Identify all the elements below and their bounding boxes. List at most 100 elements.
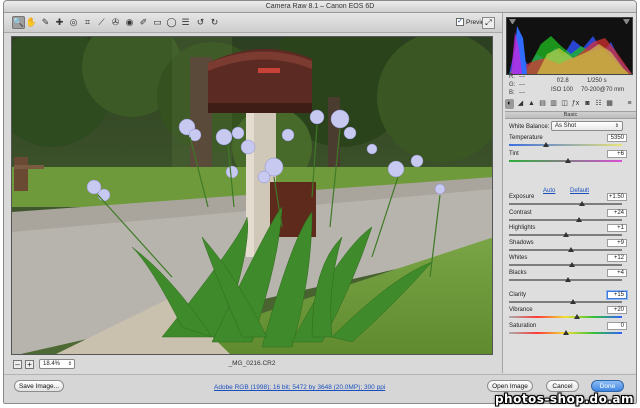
shadows-label: Shadows <box>509 240 534 246</box>
radial-filter-tool-icon[interactable]: ◯ <box>165 16 178 29</box>
rotate-cw-tool-icon[interactable]: ↻ <box>208 16 221 29</box>
vibrance-slider-track[interactable] <box>509 316 622 318</box>
shadows-value-field[interactable]: +9 <box>607 239 627 247</box>
camera-calibration-tab-icon[interactable]: ◙ <box>583 99 592 109</box>
lens-corrections-tab-icon[interactable]: ◫ <box>560 99 569 109</box>
saturation-value-field[interactable]: 0 <box>607 322 627 330</box>
hand-tool-icon[interactable]: ✋ <box>25 16 38 29</box>
camera-readout: R: --- G: --- B: --- f/2.8 1/250 s ISO 1… <box>509 73 635 100</box>
white-balance-label: White Balance: <box>509 124 550 130</box>
vibrance-label: Vibrance <box>509 307 533 313</box>
clarity-slider-row: Clarity +15 <box>509 291 635 306</box>
workflow-options-link[interactable]: Adobe RGB (1998); 16 bit; 5472 by 3648 (… <box>214 384 385 391</box>
highlight-clipping-warning-icon[interactable] <box>623 19 630 25</box>
vibrance-slider-thumb[interactable] <box>573 314 580 319</box>
spot-removal-tool-icon[interactable]: ✇ <box>109 16 122 29</box>
panel-menu-icon[interactable]: ≡ <box>625 99 634 109</box>
contrast-slider-track[interactable] <box>509 219 622 221</box>
done-button[interactable]: Done <box>591 380 624 392</box>
adjustment-panel: R: --- G: --- B: --- f/2.8 1/250 s ISO 1… <box>502 13 636 373</box>
vibrance-value-field[interactable]: +20 <box>607 306 627 314</box>
contrast-value-field[interactable]: +24 <box>607 209 627 217</box>
shadows-slider-thumb[interactable] <box>568 247 575 252</box>
red-eye-tool-icon[interactable]: ◉ <box>123 16 136 29</box>
image-preview[interactable] <box>11 36 493 355</box>
shutter-speed: 1/250 s <box>587 78 607 84</box>
image-filename: _MG_0216.CR2 <box>228 360 276 367</box>
tint-label: Tint <box>509 151 519 157</box>
clarity-slider-track[interactable] <box>509 301 622 303</box>
exposure-value-field[interactable]: +1.50 <box>607 193 627 201</box>
whites-slider-row: Whites +12 <box>509 254 635 269</box>
temperature-slider-track[interactable] <box>509 144 622 146</box>
basic-tab-icon[interactable]: ◐ <box>505 99 514 109</box>
blacks-value-field[interactable]: +4 <box>607 269 627 277</box>
tint-slider-thumb[interactable] <box>564 158 571 163</box>
split-toning-tab-icon[interactable]: ▥ <box>549 99 558 109</box>
b-value: --- <box>519 90 525 96</box>
shadows-slider-track[interactable] <box>509 249 622 251</box>
chevron-updown-icon: ⇕ <box>614 123 619 129</box>
shadow-clipping-warning-icon[interactable] <box>509 19 516 25</box>
snapshots-tab-icon[interactable]: ▦ <box>605 99 614 109</box>
r-label: R: <box>509 74 515 80</box>
clarity-label: Clarity <box>509 292 527 298</box>
blacks-label: Blacks <box>509 270 527 276</box>
saturation-label: Saturation <box>509 323 537 329</box>
exposure-slider-thumb[interactable] <box>579 201 586 206</box>
effects-tab-icon[interactable]: ƒx <box>571 99 580 109</box>
exposure-slider-track[interactable] <box>509 203 622 205</box>
temperature-value-field[interactable]: 5350 <box>607 134 627 142</box>
panel-header: Basic <box>505 111 636 119</box>
clarity-value-field[interactable]: +15 <box>607 291 627 299</box>
g-label: G: <box>509 82 516 88</box>
whites-slider-track[interactable] <box>509 264 622 266</box>
tint-value-field[interactable]: +6 <box>607 150 627 158</box>
tone-curve-tab-icon[interactable]: ◢ <box>516 99 525 109</box>
open-image-button[interactable]: Open Image <box>487 380 533 392</box>
window-title: Camera Raw 8.1 – Canon EOS 6D <box>4 1 636 13</box>
r-value: --- <box>519 74 525 80</box>
temperature-label: Temperature <box>509 135 543 141</box>
preferences-tool-icon[interactable]: ☰ <box>179 16 192 29</box>
blacks-slider-row: Blacks +4 <box>509 269 635 284</box>
contrast-slider-thumb[interactable] <box>576 217 583 222</box>
exposure-slider-row: Exposure +1.50 <box>509 193 635 208</box>
graduated-filter-tool-icon[interactable]: ▭ <box>151 16 164 29</box>
clarity-slider-thumb[interactable] <box>570 299 577 304</box>
presets-tab-icon[interactable]: ☷ <box>594 99 603 109</box>
straighten-tool-icon[interactable]: ⟋ <box>95 16 108 29</box>
fullscreen-button[interactable]: ⤢ <box>482 17 495 29</box>
highlights-slider-thumb[interactable] <box>562 232 569 237</box>
saturation-slider-row: Saturation 0 <box>509 322 635 337</box>
white-balance-tool-icon[interactable]: ✎ <box>39 16 52 29</box>
contrast-label: Contrast <box>509 210 532 216</box>
zoom-tool-icon[interactable]: 🔍 <box>12 16 25 29</box>
save-image-button[interactable]: Save Image... <box>14 380 64 392</box>
white-balance-select[interactable]: As Shot ⇕ <box>551 121 623 131</box>
iso: ISO 100 <box>551 87 574 93</box>
highlights-value-field[interactable]: +1 <box>607 224 627 232</box>
vibrance-slider-row: Vibrance +20 <box>509 306 635 321</box>
tint-slider-row: Tint +6 <box>509 150 635 165</box>
color-sampler-tool-icon[interactable]: ✚ <box>53 16 66 29</box>
whites-slider-thumb[interactable] <box>569 262 576 267</box>
adjustment-brush-tool-icon[interactable]: ✐ <box>137 16 150 29</box>
g-value: --- <box>519 82 525 88</box>
detail-tab-icon[interactable]: ▲ <box>527 99 536 109</box>
lens: 70-200@70 mm <box>581 87 625 93</box>
cancel-button[interactable]: Cancel <box>546 380 579 392</box>
blacks-slider-thumb[interactable] <box>564 277 571 282</box>
watermark-text: photos-shop.do.am <box>494 392 634 406</box>
preview-checkbox[interactable]: ✓ <box>456 18 464 27</box>
crop-tool-icon[interactable]: ⌗ <box>81 16 94 29</box>
temperature-slider-thumb[interactable] <box>543 142 550 147</box>
shadows-slider-row: Shadows +9 <box>509 239 635 254</box>
rotate-ccw-tool-icon[interactable]: ↺ <box>194 16 207 29</box>
histogram <box>506 17 633 75</box>
saturation-slider-thumb[interactable] <box>562 330 569 335</box>
white-balance-value: As Shot <box>555 123 577 129</box>
hsl-tab-icon[interactable]: ▤ <box>538 99 547 109</box>
whites-value-field[interactable]: +12 <box>607 254 627 262</box>
targeted-adjustment-tool-icon[interactable]: ◎ <box>67 16 80 29</box>
